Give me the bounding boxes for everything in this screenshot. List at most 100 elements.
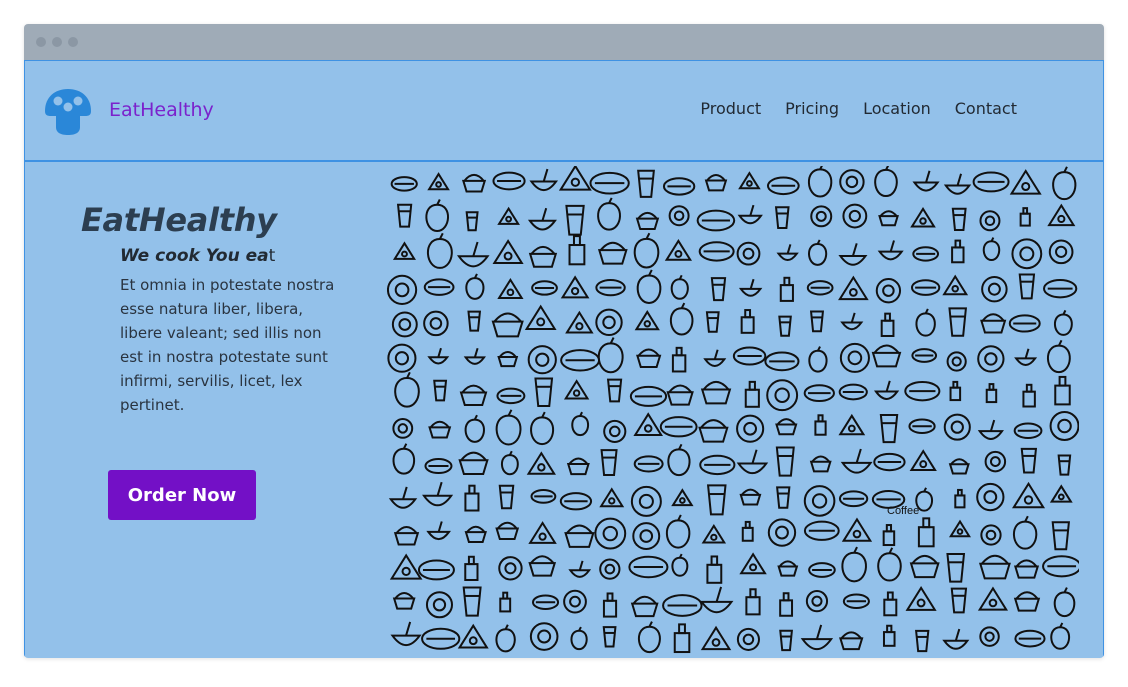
food-doodle-icon xyxy=(766,176,800,196)
food-doodle-icon xyxy=(427,347,450,365)
food-doodle-icon xyxy=(671,346,687,373)
mushroom-icon[interactable] xyxy=(43,87,93,137)
food-doodle-icon xyxy=(558,166,592,191)
food-doodle-icon xyxy=(839,169,865,195)
food-doodle-icon xyxy=(814,414,827,436)
food-doodle-icon xyxy=(949,519,971,538)
food-doodle-icon xyxy=(738,171,761,190)
food-doodle-icon xyxy=(633,412,664,436)
food-doodle-icon xyxy=(908,418,936,435)
food-doodle-icon xyxy=(526,451,556,475)
food-doodle-icon xyxy=(950,587,968,614)
food-doodle-icon xyxy=(910,279,941,296)
food-doodle-icon xyxy=(1053,587,1076,618)
food-doodle-icon xyxy=(981,275,1008,303)
food-doodle-icon xyxy=(491,312,524,338)
food-doodle-icon xyxy=(667,443,691,477)
food-doodle-icon xyxy=(736,449,769,475)
window-dot-icon[interactable] xyxy=(68,37,78,47)
food-doodle-icon xyxy=(464,525,487,544)
food-doodle-icon xyxy=(879,414,899,444)
food-doodle-icon xyxy=(882,624,896,647)
window-dot-icon[interactable] xyxy=(52,37,62,47)
food-doodle-icon xyxy=(739,488,762,506)
landing-page: EatHealthy Product Pricing Location Cont… xyxy=(24,60,1104,658)
nav-product[interactable]: Product xyxy=(700,99,761,118)
food-doodle-icon xyxy=(670,274,689,300)
food-doodle-icon xyxy=(699,586,734,614)
food-doodle-icon xyxy=(1013,422,1043,439)
food-doodle-icon xyxy=(527,207,557,231)
food-doodle-icon xyxy=(1049,411,1079,441)
food-doodle-icon xyxy=(671,553,689,577)
food-doodle-icon xyxy=(566,457,590,476)
food-doodle-icon xyxy=(808,239,828,266)
brand-name[interactable]: EatHealthy xyxy=(109,99,214,121)
food-doodle-icon xyxy=(1049,484,1073,503)
food-doodle-icon xyxy=(498,556,523,581)
order-now-button[interactable]: Order Now xyxy=(108,470,256,520)
food-doodle-icon xyxy=(564,524,595,548)
food-doodle-icon xyxy=(524,304,557,330)
food-doodle-icon xyxy=(499,591,512,613)
food-doodle-icon xyxy=(800,624,834,651)
food-doodle-icon xyxy=(946,351,967,372)
food-doodle-icon xyxy=(495,624,516,653)
food-doodle-icon xyxy=(1018,273,1036,300)
food-doodle-icon xyxy=(699,454,736,476)
food-doodle-icon xyxy=(529,622,559,651)
nav-location[interactable]: Location xyxy=(863,99,931,118)
food-doodle-icon xyxy=(775,418,798,436)
food-doodle-icon xyxy=(606,378,623,403)
food-doodle-icon xyxy=(809,310,825,333)
food-doodle-icon xyxy=(766,379,799,412)
food-doodle-icon xyxy=(704,174,728,192)
food-doodle-icon xyxy=(882,524,896,547)
food-doodle-icon xyxy=(528,555,557,577)
food-doodle-icon xyxy=(977,345,1005,373)
food-doodle-icon xyxy=(391,311,418,338)
food-doodle-icon xyxy=(980,313,1007,334)
food-doodle-icon xyxy=(664,239,693,261)
food-doodle-icon xyxy=(1047,203,1076,227)
food-doodle-icon xyxy=(737,204,763,225)
food-doodle-icon xyxy=(985,383,998,404)
food-doodle-icon xyxy=(976,482,1005,512)
food-doodle-icon xyxy=(874,166,898,198)
food-doodle-icon xyxy=(972,171,1010,193)
food-doodle-icon xyxy=(915,629,930,653)
nav-pricing[interactable]: Pricing xyxy=(785,99,839,118)
food-doodle-icon xyxy=(602,592,618,618)
food-doodle-icon xyxy=(528,521,557,544)
food-doodle-icon xyxy=(943,173,972,195)
food-doodle-icon xyxy=(463,347,486,365)
food-doodle-icon xyxy=(633,455,664,473)
food-doodle-icon xyxy=(842,203,868,229)
food-doodle-icon xyxy=(954,488,966,509)
food-doodle-icon xyxy=(527,345,557,375)
food-doodle-icon xyxy=(838,490,869,508)
food-doodle-icon xyxy=(390,621,422,647)
food-doodle-icon xyxy=(875,278,902,304)
food-doodle-icon xyxy=(778,315,792,337)
food-doodle-icon xyxy=(390,176,418,192)
food-doodle-icon xyxy=(457,623,489,649)
food-doodle-icon xyxy=(700,380,732,405)
food-doodle-icon xyxy=(467,310,482,332)
food-doodle-icon xyxy=(492,171,526,191)
food-doodle-icon xyxy=(810,205,833,228)
food-doodle-icon xyxy=(594,517,627,550)
hero-description: Et omnia in potestate nostra esse natura… xyxy=(120,276,335,414)
food-doodle-icon xyxy=(871,344,902,368)
food-doodle-icon xyxy=(559,492,593,511)
window-dot-icon[interactable] xyxy=(36,37,46,47)
food-doodle-icon xyxy=(838,275,869,301)
nav-contact[interactable]: Contact xyxy=(955,99,1017,118)
food-doodle-icon xyxy=(392,417,414,439)
food-doodle-icon xyxy=(904,380,941,402)
food-doodle-icon xyxy=(563,379,590,400)
food-doodle-icon xyxy=(530,411,555,446)
food-doodle-icon xyxy=(495,409,522,446)
food-doodle-icon xyxy=(909,449,937,472)
food-doodle-icon xyxy=(739,552,767,575)
